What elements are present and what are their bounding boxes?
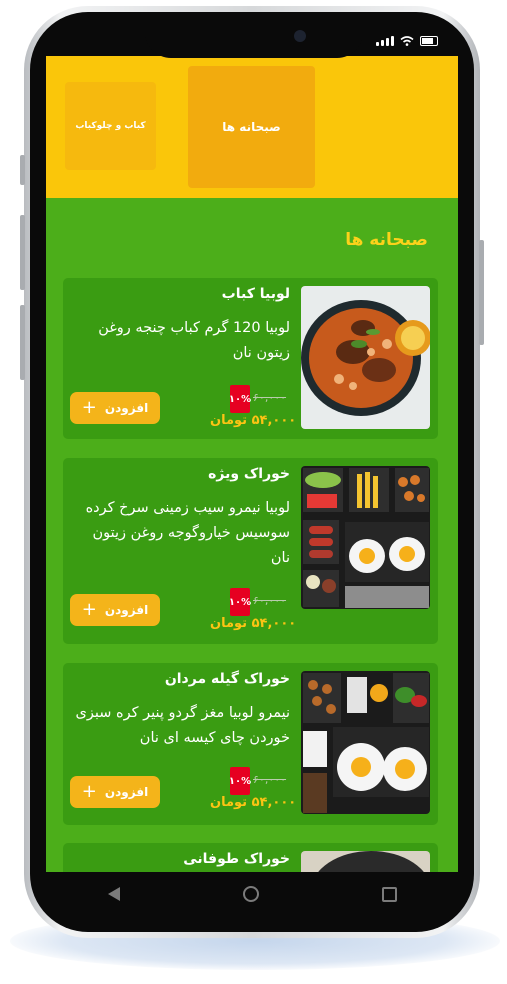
item-name: لوبیا کباب [221, 286, 290, 302]
signal-icon [376, 36, 394, 46]
discount-badge: ۱۰% [229, 588, 251, 616]
category-header: کباب و چلوکباب صبحانه ها [46, 56, 458, 198]
old-price: ۶۰,۰۰۰ [253, 773, 287, 786]
back-icon[interactable] [107, 887, 120, 901]
add-button-label: افزودن [104, 603, 149, 617]
wifi-icon [400, 36, 414, 46]
mute-button [20, 155, 25, 185]
food-image-toofani [301, 851, 430, 872]
volume-up-button [20, 215, 25, 290]
item-name: خوراک طوفانی [183, 851, 290, 867]
item-description: نیمرو لوبیا مغز گردو پنیر کره سبزی خوردن… [75, 705, 290, 746]
power-button [479, 240, 484, 345]
plus-icon: + [81, 781, 97, 802]
battery-icon [420, 36, 438, 46]
item-description: لوبیا 120 گرم کباب چنجه روغن زیتون نان [98, 320, 290, 361]
tab-breakfast-label: صبحانه ها [222, 120, 281, 134]
food-image-gileh-mardan [301, 671, 430, 814]
item-name: خوراک ویژه [208, 466, 290, 482]
volume-down-button [20, 305, 25, 380]
app-screen: کباب و چلوکباب صبحانه ها صبحانه ها لوبیا… [46, 56, 458, 872]
android-nav-bar [46, 872, 458, 916]
food-image-bean-kebab [301, 286, 430, 429]
new-price: ۵۴,۰۰۰ تومان [210, 616, 297, 631]
plus-icon: + [81, 599, 97, 620]
home-icon[interactable] [242, 886, 259, 902]
add-button-label: افزودن [104, 401, 149, 415]
menu-item-card: لوبیا کباب لوبیا 120 گرم کباب چنجه روغن … [63, 278, 438, 439]
new-price: ۵۴,۰۰۰ تومان [210, 413, 297, 428]
discount-badge: ۱۰% [229, 385, 251, 413]
tab-kebab[interactable]: کباب و چلوکباب [65, 82, 156, 170]
plus-icon: + [81, 397, 97, 418]
menu-item-card: خوراک طوفانی [63, 843, 438, 872]
phone-notch [145, 12, 363, 58]
add-to-cart-button[interactable]: + افزودن [70, 776, 160, 808]
item-description: لوبیا نیمرو سیب زمینی سرخ کرده سوسیس خیا… [85, 500, 290, 566]
status-bar [376, 36, 438, 46]
add-button-label: افزودن [104, 785, 149, 799]
tab-kebab-label: کباب و چلوکباب [75, 121, 146, 131]
menu-item-card: خوراک گیله مردان نیمرو لوبیا مغز گردو پن… [63, 663, 438, 825]
discount-badge: ۱۰% [229, 767, 251, 795]
section-title: صبحانه ها [345, 230, 428, 250]
old-price: ۶۰,۰۰۰ [253, 594, 287, 607]
front-camera [294, 30, 306, 42]
add-to-cart-button[interactable]: + افزودن [70, 392, 160, 424]
item-name: خوراک گیله مردان [164, 671, 290, 687]
new-price: ۵۴,۰۰۰ تومان [210, 795, 297, 810]
old-price: ۶۰,۰۰۰ [253, 391, 287, 404]
tab-breakfast[interactable]: صبحانه ها [188, 66, 315, 188]
menu-item-card: خوراک ویژه لوبیا نیمرو سیب زمینی سرخ کرد… [63, 458, 438, 644]
add-to-cart-button[interactable]: + افزودن [70, 594, 160, 626]
food-image-special-dish [301, 466, 430, 609]
recent-apps-icon[interactable] [381, 886, 397, 902]
